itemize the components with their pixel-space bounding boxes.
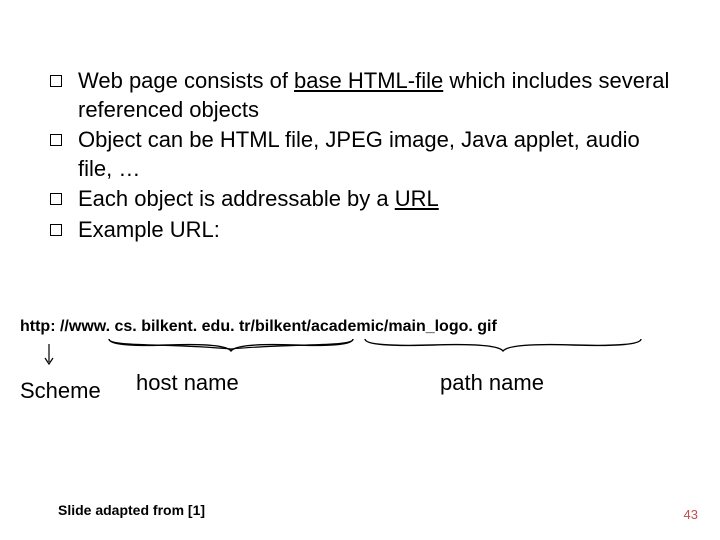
brace-icon <box>107 337 355 359</box>
square-bullet-icon <box>50 193 62 205</box>
scheme-label: Scheme <box>20 378 101 404</box>
square-bullet-icon <box>50 224 62 236</box>
footer-note: Slide adapted from [1] <box>58 502 205 518</box>
list-item: Object can be HTML file, JPEG image, Jav… <box>50 126 670 183</box>
page-number: 43 <box>684 507 698 522</box>
bullet-text: Each object is addressable by a URL <box>78 185 670 214</box>
bullet-text: Web page consists of base HTML-file whic… <box>78 67 670 124</box>
bullet-list: Web page consists of base HTML-file whic… <box>50 67 670 247</box>
brace-icon <box>363 337 643 359</box>
list-item: Web page consists of base HTML-file whic… <box>50 67 670 124</box>
path-name-label: path name <box>440 370 544 396</box>
list-item: Each object is addressable by a URL <box>50 185 670 214</box>
square-bullet-icon <box>50 75 62 87</box>
host-name-label: host name <box>136 370 239 396</box>
example-url: http: //www. cs. bilkent. edu. tr/bilken… <box>20 318 497 336</box>
bullet-text: Example URL: <box>78 216 670 245</box>
square-bullet-icon <box>50 134 62 146</box>
arrow-down-icon <box>42 342 56 370</box>
bullet-text: Object can be HTML file, JPEG image, Jav… <box>78 126 670 183</box>
list-item: Example URL: <box>50 216 670 245</box>
